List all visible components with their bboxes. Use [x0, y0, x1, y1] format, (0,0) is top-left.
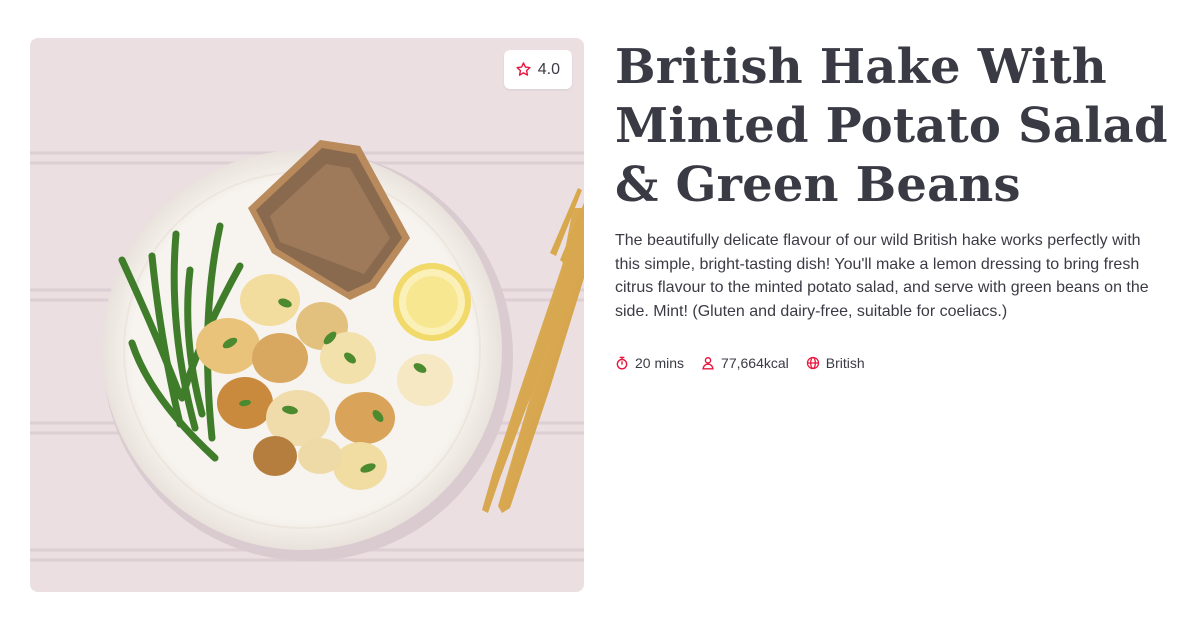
meta-time-label: 20 mins: [635, 355, 685, 371]
person-icon: [701, 356, 715, 370]
meta-calories: 77,664kcal: [701, 355, 789, 371]
recipe-title: British Hake With Minted Potato Salad & …: [615, 39, 1168, 213]
recipe-photo: 4.0: [30, 38, 584, 592]
meta-cuisine: British: [806, 355, 865, 371]
meta-cuisine-label: British: [825, 355, 865, 371]
globe-icon: [806, 356, 820, 370]
lemon-wedge: [393, 263, 471, 341]
rating-value: 4.0: [537, 60, 560, 78]
timer-icon: [615, 356, 629, 370]
recipe-photo-illustration: [30, 38, 584, 592]
star-icon: [515, 61, 532, 78]
recipe-description: The beautifully delicate flavour of our …: [615, 232, 1149, 320]
rating-badge[interactable]: 4.0: [503, 50, 572, 89]
meta-calories-label: 77,664kcal: [721, 355, 789, 371]
meta-time: 20 mins: [615, 355, 684, 371]
recipe-meta: 20 mins 77,664kcal British: [615, 355, 865, 371]
